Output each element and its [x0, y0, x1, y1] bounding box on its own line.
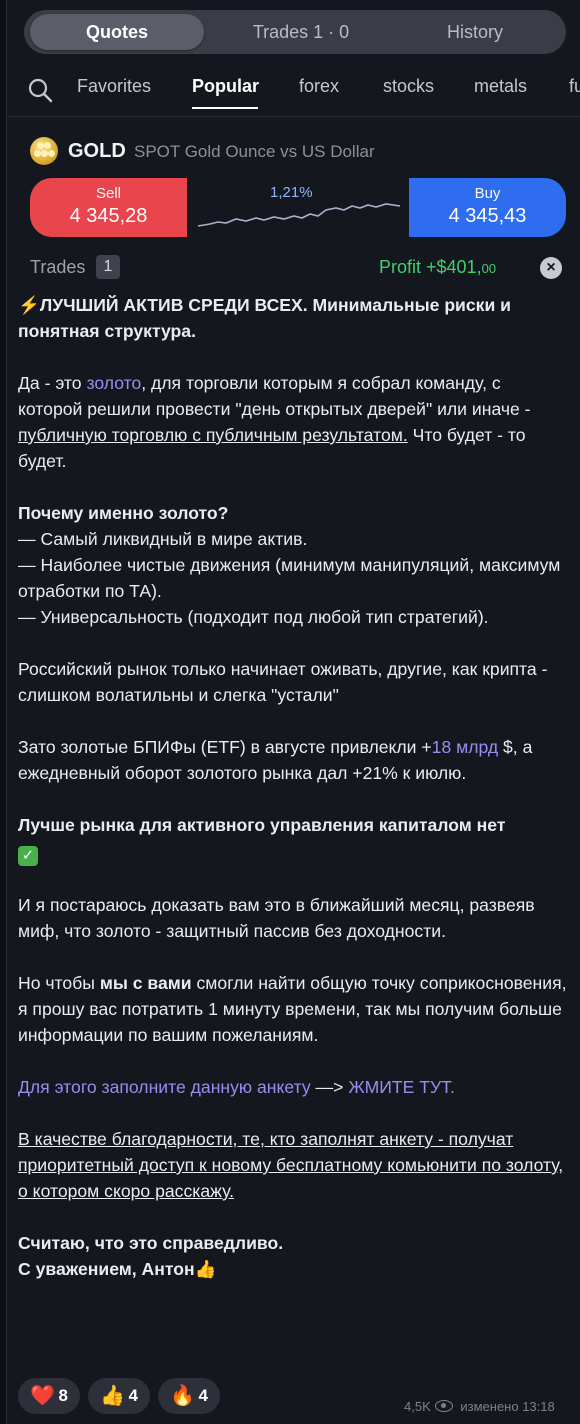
heart-icon: ❤️: [30, 1385, 55, 1407]
click-here-link[interactable]: ЖМИТЕ ТУТ.: [348, 1077, 455, 1097]
tab-forex[interactable]: forex: [299, 76, 339, 97]
message-cta: Для этого заполните данную анкету —> ЖМИ…: [18, 1077, 455, 1097]
category-tabs: Favorites Popular forex stocks metals fu: [0, 68, 580, 110]
buy-label: Buy: [474, 185, 501, 202]
reaction-heart[interactable]: ❤️ 8: [18, 1378, 80, 1414]
thumbs-up-icon: 👍: [100, 1385, 125, 1407]
view-count: 4,5K: [404, 1399, 431, 1414]
active-tab-indicator: [192, 107, 258, 109]
reaction-fire[interactable]: 🔥 4: [158, 1378, 220, 1414]
asset-name: SPOT Gold Ounce vs US Dollar: [134, 142, 375, 161]
check-icon: ✓: [18, 846, 38, 866]
tab-stocks[interactable]: stocks: [383, 76, 434, 97]
tab-history[interactable]: History: [388, 10, 562, 54]
sell-price: 4 345,28: [69, 205, 148, 227]
etf-link[interactable]: 18 млрд: [432, 737, 498, 757]
close-icon[interactable]: ×: [540, 257, 562, 279]
message-meta: 4,5K изменено 13:18: [404, 1399, 555, 1414]
profit-cents: 00: [481, 261, 497, 276]
edited-time: изменено 13:18: [460, 1399, 555, 1414]
message-paragraph: Да - это золото, для торговли которым я …: [18, 373, 531, 471]
tab-futures[interactable]: fu: [569, 76, 580, 97]
profit-main: Profit +$401,: [379, 257, 482, 277]
message-heading: ⚡ЛУЧШИЙ АКТИВ СРЕДИ ВСЕХ. Минимальные ри…: [18, 295, 511, 341]
message-paragraph: Зато золотые БПИФы (ETF) в августе привл…: [18, 737, 533, 783]
message-paragraph: И я постараюсь доказать вам это в ближай…: [18, 895, 535, 941]
trades-label: Trades: [30, 257, 86, 277]
tab-trades[interactable]: Trades 1 · 0: [214, 10, 388, 54]
gold-link[interactable]: золото: [86, 373, 141, 393]
fire-icon: 🔥: [170, 1385, 195, 1407]
profit-value: Profit +$401,00: [379, 257, 496, 278]
eye-icon: [434, 1400, 453, 1412]
message-paragraph: В качестве благодарности, те, кто заполн…: [18, 1129, 564, 1201]
sell-label: Sell: [95, 185, 121, 202]
price-sparkline: [197, 203, 401, 227]
search-icon[interactable]: [28, 78, 54, 104]
tab-favorites[interactable]: Favorites: [77, 76, 151, 97]
survey-link[interactable]: Для этого заполните данную анкету: [18, 1077, 311, 1097]
asset-symbol: GOLD: [68, 140, 126, 162]
trades-count-badge: 1: [96, 255, 120, 279]
sell-button[interactable]: Sell 4 345,28: [30, 178, 187, 237]
tab-popular[interactable]: Popular: [192, 76, 259, 97]
message-paragraph: Российский рынок только начинает оживать…: [18, 659, 548, 705]
main-tabs: Quotes Trades 1 · 0 History: [24, 10, 566, 54]
message-paragraph: Но чтобы мы с вами смогли найти общую то…: [18, 973, 567, 1045]
message-body: ⚡ЛУЧШИЙ АКТИВ СРЕДИ ВСЕХ. Минимальные ри…: [18, 292, 568, 1308]
divider: [6, 116, 580, 117]
message-signature: Считаю, что это справедливо. С уважением,…: [18, 1233, 284, 1279]
message-paragraph: Лучше рынка для активного управления кап…: [18, 815, 506, 866]
reaction-thumbs-up[interactable]: 👍 4: [88, 1378, 150, 1414]
gold-coin-icon: [30, 137, 58, 165]
tab-quotes[interactable]: Quotes: [30, 14, 204, 50]
message-list: Почему именно золото? — Самый ликвидный в…: [18, 503, 561, 627]
tab-metals[interactable]: metals: [474, 76, 527, 97]
buy-button[interactable]: Buy 4 345,43: [409, 178, 566, 237]
buy-price: 4 345,43: [448, 205, 527, 227]
